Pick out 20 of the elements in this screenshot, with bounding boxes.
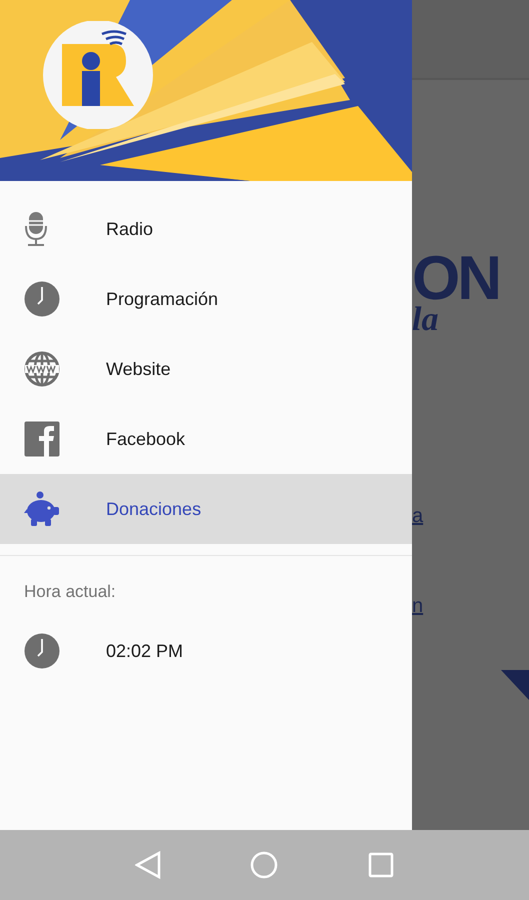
section-title: Hora actual: xyxy=(23,581,117,603)
facebook-icon xyxy=(24,421,60,457)
home-icon[interactable] xyxy=(250,851,278,879)
triangle-shape xyxy=(501,670,529,700)
link-fragment: a xyxy=(412,505,424,528)
current-time: 02:02 PM xyxy=(106,640,184,662)
back-icon[interactable] xyxy=(134,851,161,879)
recents-icon[interactable] xyxy=(368,852,394,878)
menu-item[interactable]: Facebook xyxy=(0,404,412,474)
menu-item[interactable]: Donaciones xyxy=(0,474,412,544)
piggy-bank-icon xyxy=(24,491,60,527)
microphone-icon xyxy=(24,211,48,247)
clock-icon xyxy=(24,633,60,669)
logo-icon xyxy=(42,21,154,129)
clock-icon xyxy=(24,281,60,317)
menu-item[interactable]: Programación xyxy=(0,264,412,334)
menu-item[interactable]: Radio xyxy=(0,194,412,264)
link-fragment: n xyxy=(412,595,424,618)
globe-icon xyxy=(24,351,60,387)
menu-item[interactable]: Website xyxy=(0,334,412,404)
